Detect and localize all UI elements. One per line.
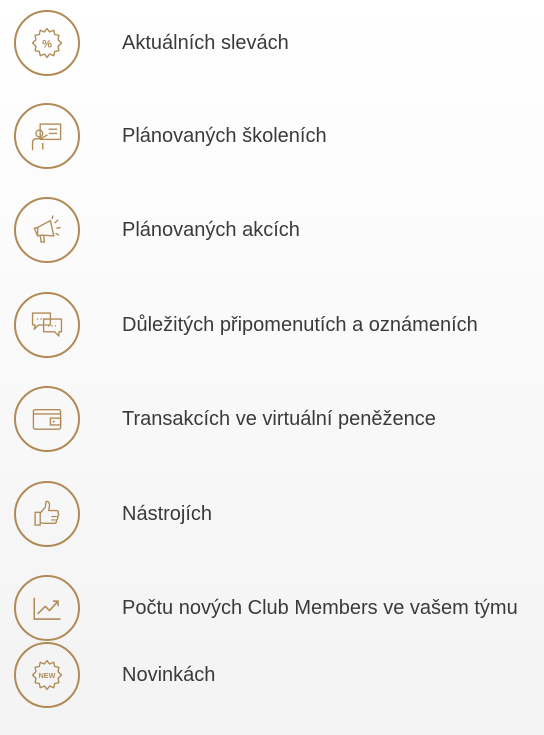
thumbs-up-icon (14, 481, 80, 547)
list-item-label: Plánovaných akcích (122, 218, 300, 241)
list-item-tools: Nástrojích (14, 479, 212, 549)
svg-text:NEW: NEW (39, 671, 56, 680)
list-item-new-members: Počtu nových Club Members ve vašem týmu (14, 573, 518, 643)
svg-text:%: % (42, 38, 52, 50)
list-item-label: Aktuálních slevách (122, 31, 289, 54)
list-item-announcements: Důležitých připomenutích a oznámeních (14, 290, 478, 360)
list-item-discounts: % Aktuálních slevách (14, 8, 289, 78)
list-item-label: Plánovaných školeních (122, 124, 327, 147)
list-item-label: Důležitých připomenutích a oznámeních (122, 313, 478, 336)
discount-icon: % (14, 10, 80, 76)
training-icon (14, 103, 80, 169)
megaphone-icon (14, 197, 80, 263)
wallet-icon (14, 386, 80, 452)
chat-bubbles-icon (14, 292, 80, 358)
list-item-label: Transakcích ve virtuální peněžence (122, 407, 436, 430)
list-item-label: Počtu nových Club Members ve vašem týmu (122, 596, 518, 619)
list-item-wallet-transactions: Transakcích ve virtuální peněžence (14, 384, 436, 454)
list-item-news: NEW Novinkách (14, 640, 215, 710)
notification-topics-list: % Aktuálních slevách Plánovaných školení… (0, 0, 544, 735)
growth-chart-icon (14, 575, 80, 641)
list-item-label: Novinkách (122, 663, 216, 686)
list-item-training: Plánovaných školeních (14, 101, 327, 171)
new-badge-icon: NEW (14, 642, 80, 708)
list-item-label: Nástrojích (122, 502, 213, 525)
list-item-events: Plánovaných akcích (14, 195, 300, 265)
